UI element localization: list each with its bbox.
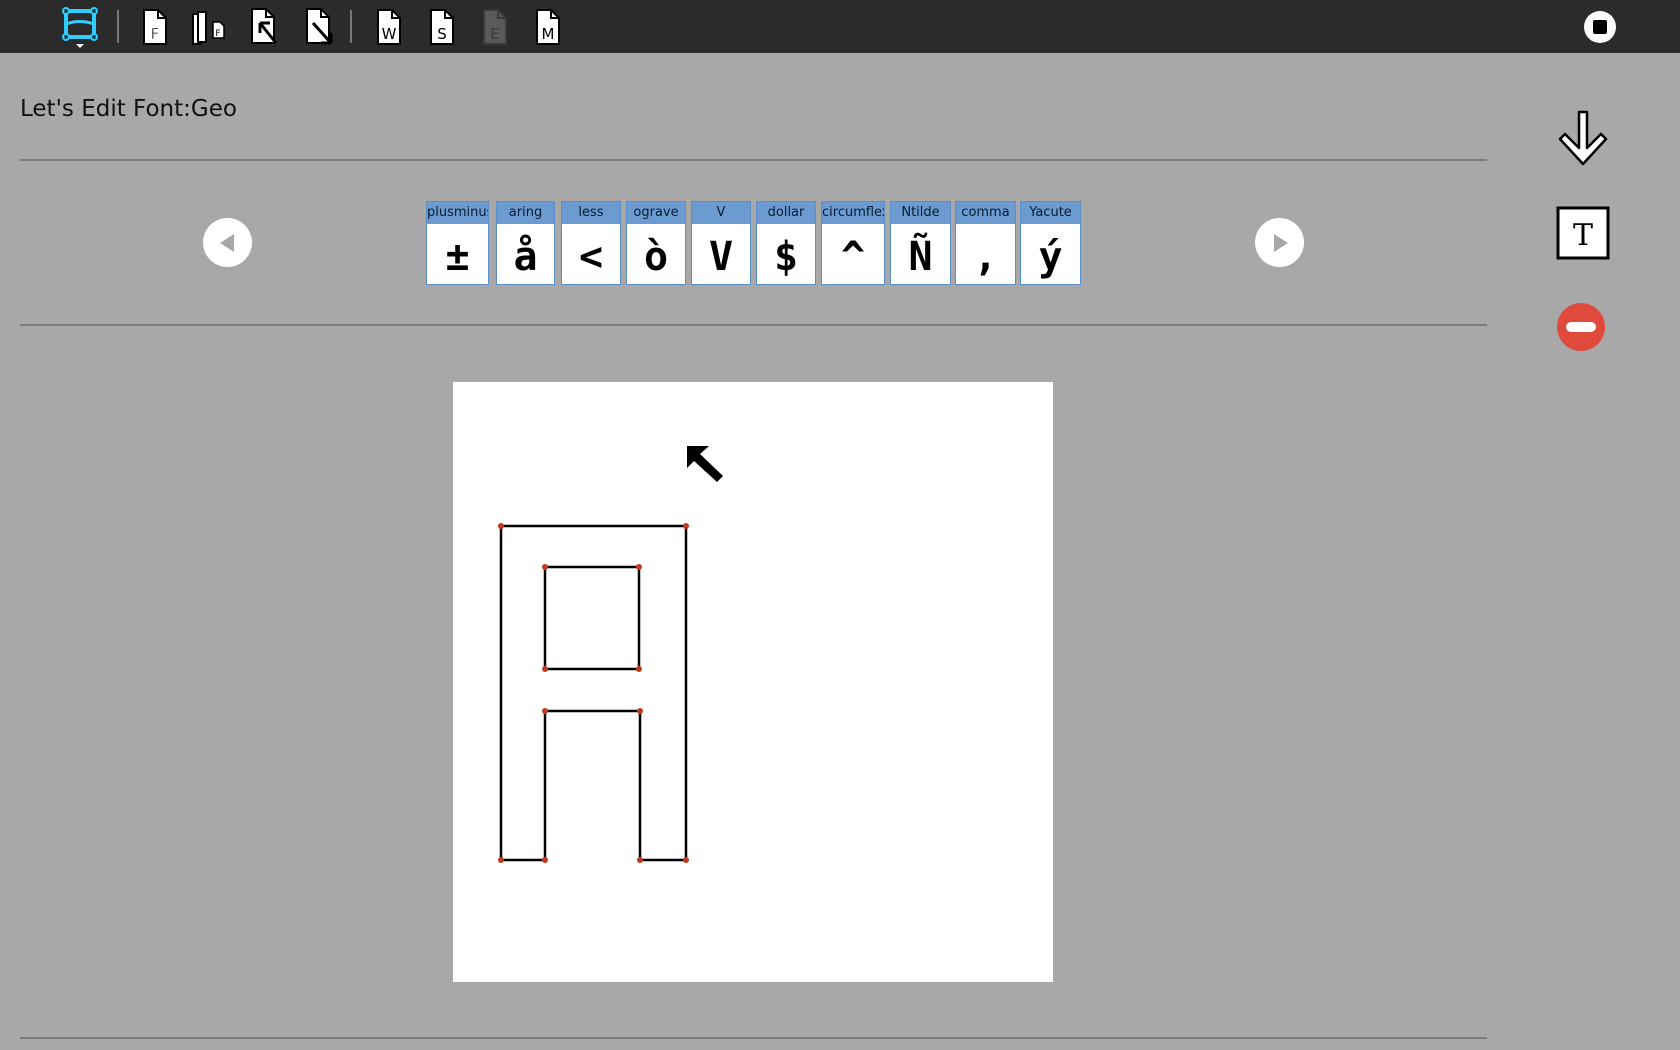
arrow-down-icon [1558, 110, 1608, 166]
import-font-icon[interactable]: F [189, 7, 229, 47]
text-t-icon: T [1556, 206, 1610, 260]
glyph-preview: $ [773, 234, 799, 280]
glyph-name: aring [497, 202, 554, 224]
glyph-preview: å [513, 234, 538, 280]
svg-text:W: W [382, 25, 397, 43]
save-glyph-button[interactable] [1555, 108, 1611, 172]
glyph-preview: < [578, 234, 604, 280]
glyph-outline [499, 524, 688, 862]
font-doc-icon[interactable]: F [135, 7, 175, 47]
load-doc-icon[interactable] [245, 7, 285, 47]
svg-text:E: E [490, 25, 499, 43]
glyph-preview: ± [445, 234, 470, 280]
glyph-name: comma [956, 202, 1015, 224]
glyph-cell-plusminus[interactable]: plusminus ± [426, 201, 489, 285]
glyph-edit-canvas[interactable] [453, 382, 1053, 982]
glyph-name: Ntilde [891, 202, 950, 224]
delete-glyph-button[interactable] [1555, 301, 1607, 353]
glyph-preview: , [973, 234, 998, 280]
svg-text:F: F [151, 25, 160, 43]
glyph-cell-v[interactable]: V V [691, 201, 751, 285]
glyph-cell-comma[interactable]: comma , [955, 201, 1016, 285]
glyph-name: V [692, 202, 750, 224]
glyph-cell-aring[interactable]: aring å [496, 201, 555, 285]
s-doc-icon[interactable]: S [422, 7, 462, 47]
next-glyphs-button[interactable] [1255, 218, 1304, 267]
e-doc-icon[interactable]: E [475, 7, 515, 47]
w-doc-icon[interactable]: W [369, 7, 409, 47]
glyph-preview: V [708, 234, 734, 280]
activity-icon[interactable] [60, 7, 100, 48]
glyph-name: less [562, 202, 620, 224]
glyph-preview: ý [1038, 234, 1063, 280]
glyph-cell-circumflex[interactable]: circumflex ^ [821, 201, 885, 285]
stop-icon[interactable] [1580, 7, 1620, 47]
toolbar-separator [117, 10, 119, 43]
text-tool-button[interactable]: T [1555, 205, 1611, 261]
glyph-cell-dollar[interactable]: dollar $ [756, 201, 816, 285]
glyph-cell-less[interactable]: less < [561, 201, 621, 285]
glyph-name: dollar [757, 202, 815, 224]
page-title: Let's Edit Font:Geo [20, 96, 237, 122]
glyph-preview: ^ [840, 234, 866, 280]
glyph-cell-ntilde[interactable]: Ntilde Ñ [890, 201, 951, 285]
svg-text:F: F [215, 29, 220, 39]
divider [20, 1037, 1487, 1039]
top-toolbar: F F W S E M [0, 0, 1680, 53]
glyph-name: ograve [627, 202, 685, 224]
cursor-arrow-icon [687, 446, 723, 482]
divider [20, 159, 1487, 161]
minus-circle-icon [1557, 303, 1605, 351]
save-doc-icon[interactable] [300, 7, 340, 47]
divider [20, 324, 1487, 326]
svg-text:S: S [437, 25, 447, 43]
previous-glyphs-button[interactable] [203, 218, 252, 267]
glyph-cell-ograve[interactable]: ograve ò [626, 201, 686, 285]
svg-text:T: T [1573, 218, 1593, 253]
glyph-name: Yacute [1021, 202, 1080, 224]
glyph-cell-yacute[interactable]: Yacute ý [1020, 201, 1081, 285]
control-points[interactable] [498, 523, 689, 863]
m-doc-icon[interactable]: M [528, 7, 568, 47]
toolbar-separator [350, 10, 352, 43]
triangle-right-icon [1273, 233, 1288, 252]
triangle-left-icon [219, 233, 234, 252]
glyph-name: plusminus [427, 202, 488, 224]
glyph-name: circumflex [822, 202, 884, 224]
glyph-preview: ò [643, 234, 669, 280]
glyph-preview: Ñ [908, 234, 933, 280]
svg-text:M: M [542, 25, 555, 43]
